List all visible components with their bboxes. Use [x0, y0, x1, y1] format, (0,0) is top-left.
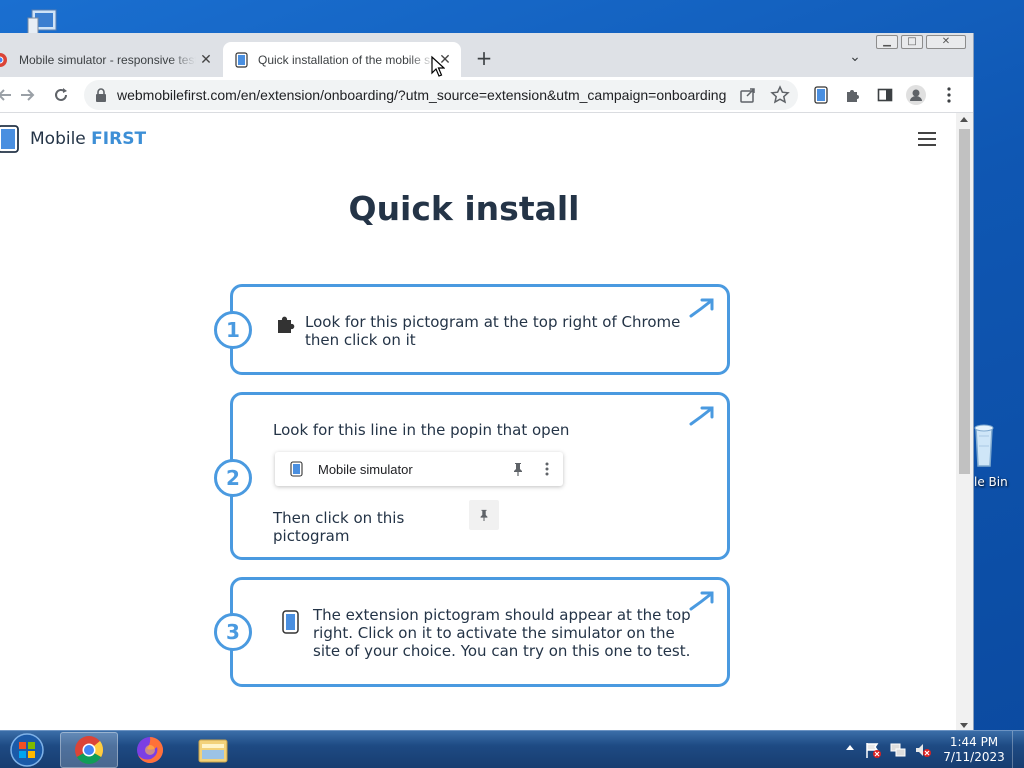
- action-center-flag-icon[interactable]: [864, 741, 882, 759]
- close-window-button[interactable]: ✕: [926, 35, 966, 49]
- clock-time: 1:44 PM: [949, 735, 999, 749]
- scrollbar-thumb[interactable]: [959, 129, 970, 474]
- profile-avatar-icon[interactable]: [905, 84, 927, 106]
- step-card-2: 2 Look for this line in the popin that o…: [214, 392, 730, 560]
- folder-icon: [198, 739, 228, 763]
- chrome-icon: [75, 736, 104, 764]
- brand-name: Mobile FIRST: [30, 129, 146, 149]
- show-hidden-icons-chevron-icon[interactable]: [846, 745, 854, 750]
- popin-extension-label: Mobile simulator: [318, 461, 413, 477]
- recycle-bin-label: le Bin: [974, 475, 1008, 489]
- network-icon[interactable]: [889, 741, 907, 759]
- step-text: Look for this pictogram at the top right…: [305, 313, 681, 349]
- step-card-1: 1 Look for this pictogram at the top rig…: [214, 284, 730, 375]
- chrome-favicon: [0, 52, 7, 67]
- step-card-3: 3 The extension pictogram should appear …: [214, 577, 730, 687]
- new-tab-button[interactable]: +: [472, 47, 496, 71]
- taskbar: 1:44 PM 7/11/2023: [0, 730, 1024, 768]
- window-controls: ▁ □ ✕: [876, 35, 966, 49]
- step-number: 1: [214, 311, 252, 349]
- step-number: 2: [214, 459, 252, 497]
- step-number: 3: [214, 613, 252, 651]
- reload-icon[interactable]: [47, 81, 75, 109]
- forward-arrow-icon[interactable]: [14, 81, 42, 109]
- bookmark-star-icon[interactable]: [770, 85, 790, 105]
- taskbar-firefox[interactable]: [121, 732, 179, 768]
- brand-name-highlight: FIRST: [91, 129, 147, 149]
- mobile-simulator-extension-icon: [282, 610, 299, 634]
- share-icon[interactable]: [738, 85, 758, 105]
- minimize-button[interactable]: ▁: [876, 35, 898, 49]
- maximize-button[interactable]: □: [901, 35, 923, 49]
- more-vertical-icon: [545, 462, 549, 476]
- chrome-window: Mobile simulator - responsive testing ✕ …: [0, 33, 974, 730]
- step-text-after: Then click on this pictogram: [273, 509, 405, 545]
- tab-title: Mobile simulator - responsive testing: [19, 52, 196, 67]
- brand-name-text: Mobile: [30, 129, 92, 149]
- url-text: webmobilefirst.com/en/extension/onboardi…: [117, 87, 727, 103]
- start-button-windows-icon[interactable]: [4, 732, 50, 768]
- side-panel-icon[interactable]: [874, 84, 896, 106]
- volume-muted-icon[interactable]: [914, 741, 932, 759]
- mobile-simulator-extension-icon: [290, 461, 303, 477]
- mouse-cursor-icon: [431, 56, 445, 77]
- tab-quick-installation[interactable]: Quick installation of the mobile simulat…: [223, 42, 461, 77]
- clock-date: 7/11/2023: [943, 750, 1005, 764]
- brand-logo[interactable]: Mobile FIRST: [0, 125, 146, 153]
- page-viewport: Mobile FIRST Quick install 1 Look for th…: [0, 113, 956, 730]
- more-menu-icon[interactable]: [938, 84, 960, 106]
- extensions-puzzle-icon[interactable]: [842, 84, 864, 106]
- firefox-icon: [137, 737, 163, 763]
- tab-strip: Mobile simulator - responsive testing ✕ …: [0, 33, 973, 77]
- scroll-up-arrow-icon[interactable]: [960, 117, 968, 122]
- pin-pictogram: [469, 500, 499, 530]
- step-text: The extension pictogram should appear at…: [313, 606, 691, 660]
- tab-close-icon[interactable]: ✕: [196, 52, 216, 68]
- scroll-down-arrow-icon[interactable]: [960, 723, 968, 728]
- vertical-scrollbar[interactable]: [956, 113, 973, 730]
- popin-extension-row: Mobile simulator: [275, 452, 563, 486]
- tab-search-chevron-icon[interactable]: ⌄: [843, 49, 867, 69]
- mobile-simulator-extension-icon[interactable]: [810, 84, 832, 106]
- pin-icon: [514, 463, 522, 476]
- hamburger-menu-icon[interactable]: [918, 132, 936, 146]
- system-clock[interactable]: 1:44 PM 7/11/2023: [940, 735, 1008, 765]
- mobile-first-favicon: [235, 51, 248, 68]
- mobile-first-logo-icon: [0, 125, 19, 153]
- lock-icon[interactable]: [95, 88, 107, 102]
- step-text: Look for this line in the popin that ope…: [273, 421, 570, 439]
- page-title: Quick install: [348, 189, 580, 228]
- browser-toolbar: webmobilefirst.com/en/extension/onboardi…: [0, 77, 973, 113]
- taskbar-file-explorer[interactable]: [184, 732, 242, 768]
- tab-mobile-simulator[interactable]: Mobile simulator - responsive testing ✕: [0, 42, 222, 77]
- taskbar-chrome[interactable]: [60, 732, 118, 768]
- computer-icon[interactable]: [14, 8, 62, 34]
- show-desktop-button[interactable]: [1012, 731, 1024, 768]
- address-bar[interactable]: webmobilefirst.com/en/extension/onboardi…: [84, 80, 798, 110]
- tab-title: Quick installation of the mobile simulat…: [258, 52, 435, 67]
- puzzle-piece-icon: [278, 316, 295, 333]
- pin-icon: [480, 509, 488, 521]
